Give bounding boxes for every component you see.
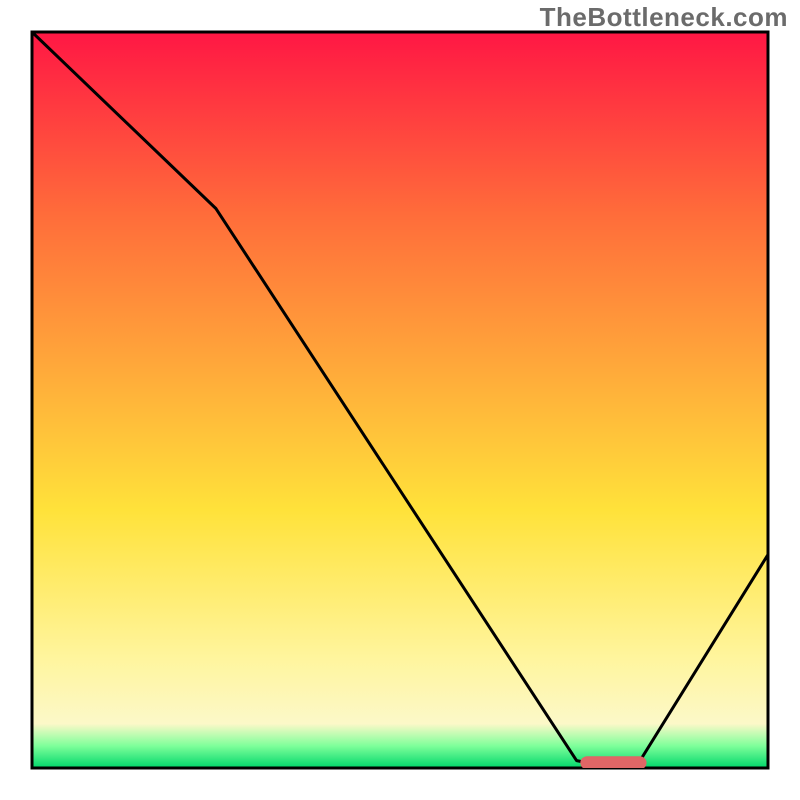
chart-container: TheBottleneck.com bbox=[0, 0, 800, 800]
bottleneck-chart bbox=[0, 0, 800, 800]
watermark-label: TheBottleneck.com bbox=[540, 2, 788, 33]
plot-background bbox=[32, 32, 768, 768]
optimal-range-marker bbox=[580, 756, 646, 769]
